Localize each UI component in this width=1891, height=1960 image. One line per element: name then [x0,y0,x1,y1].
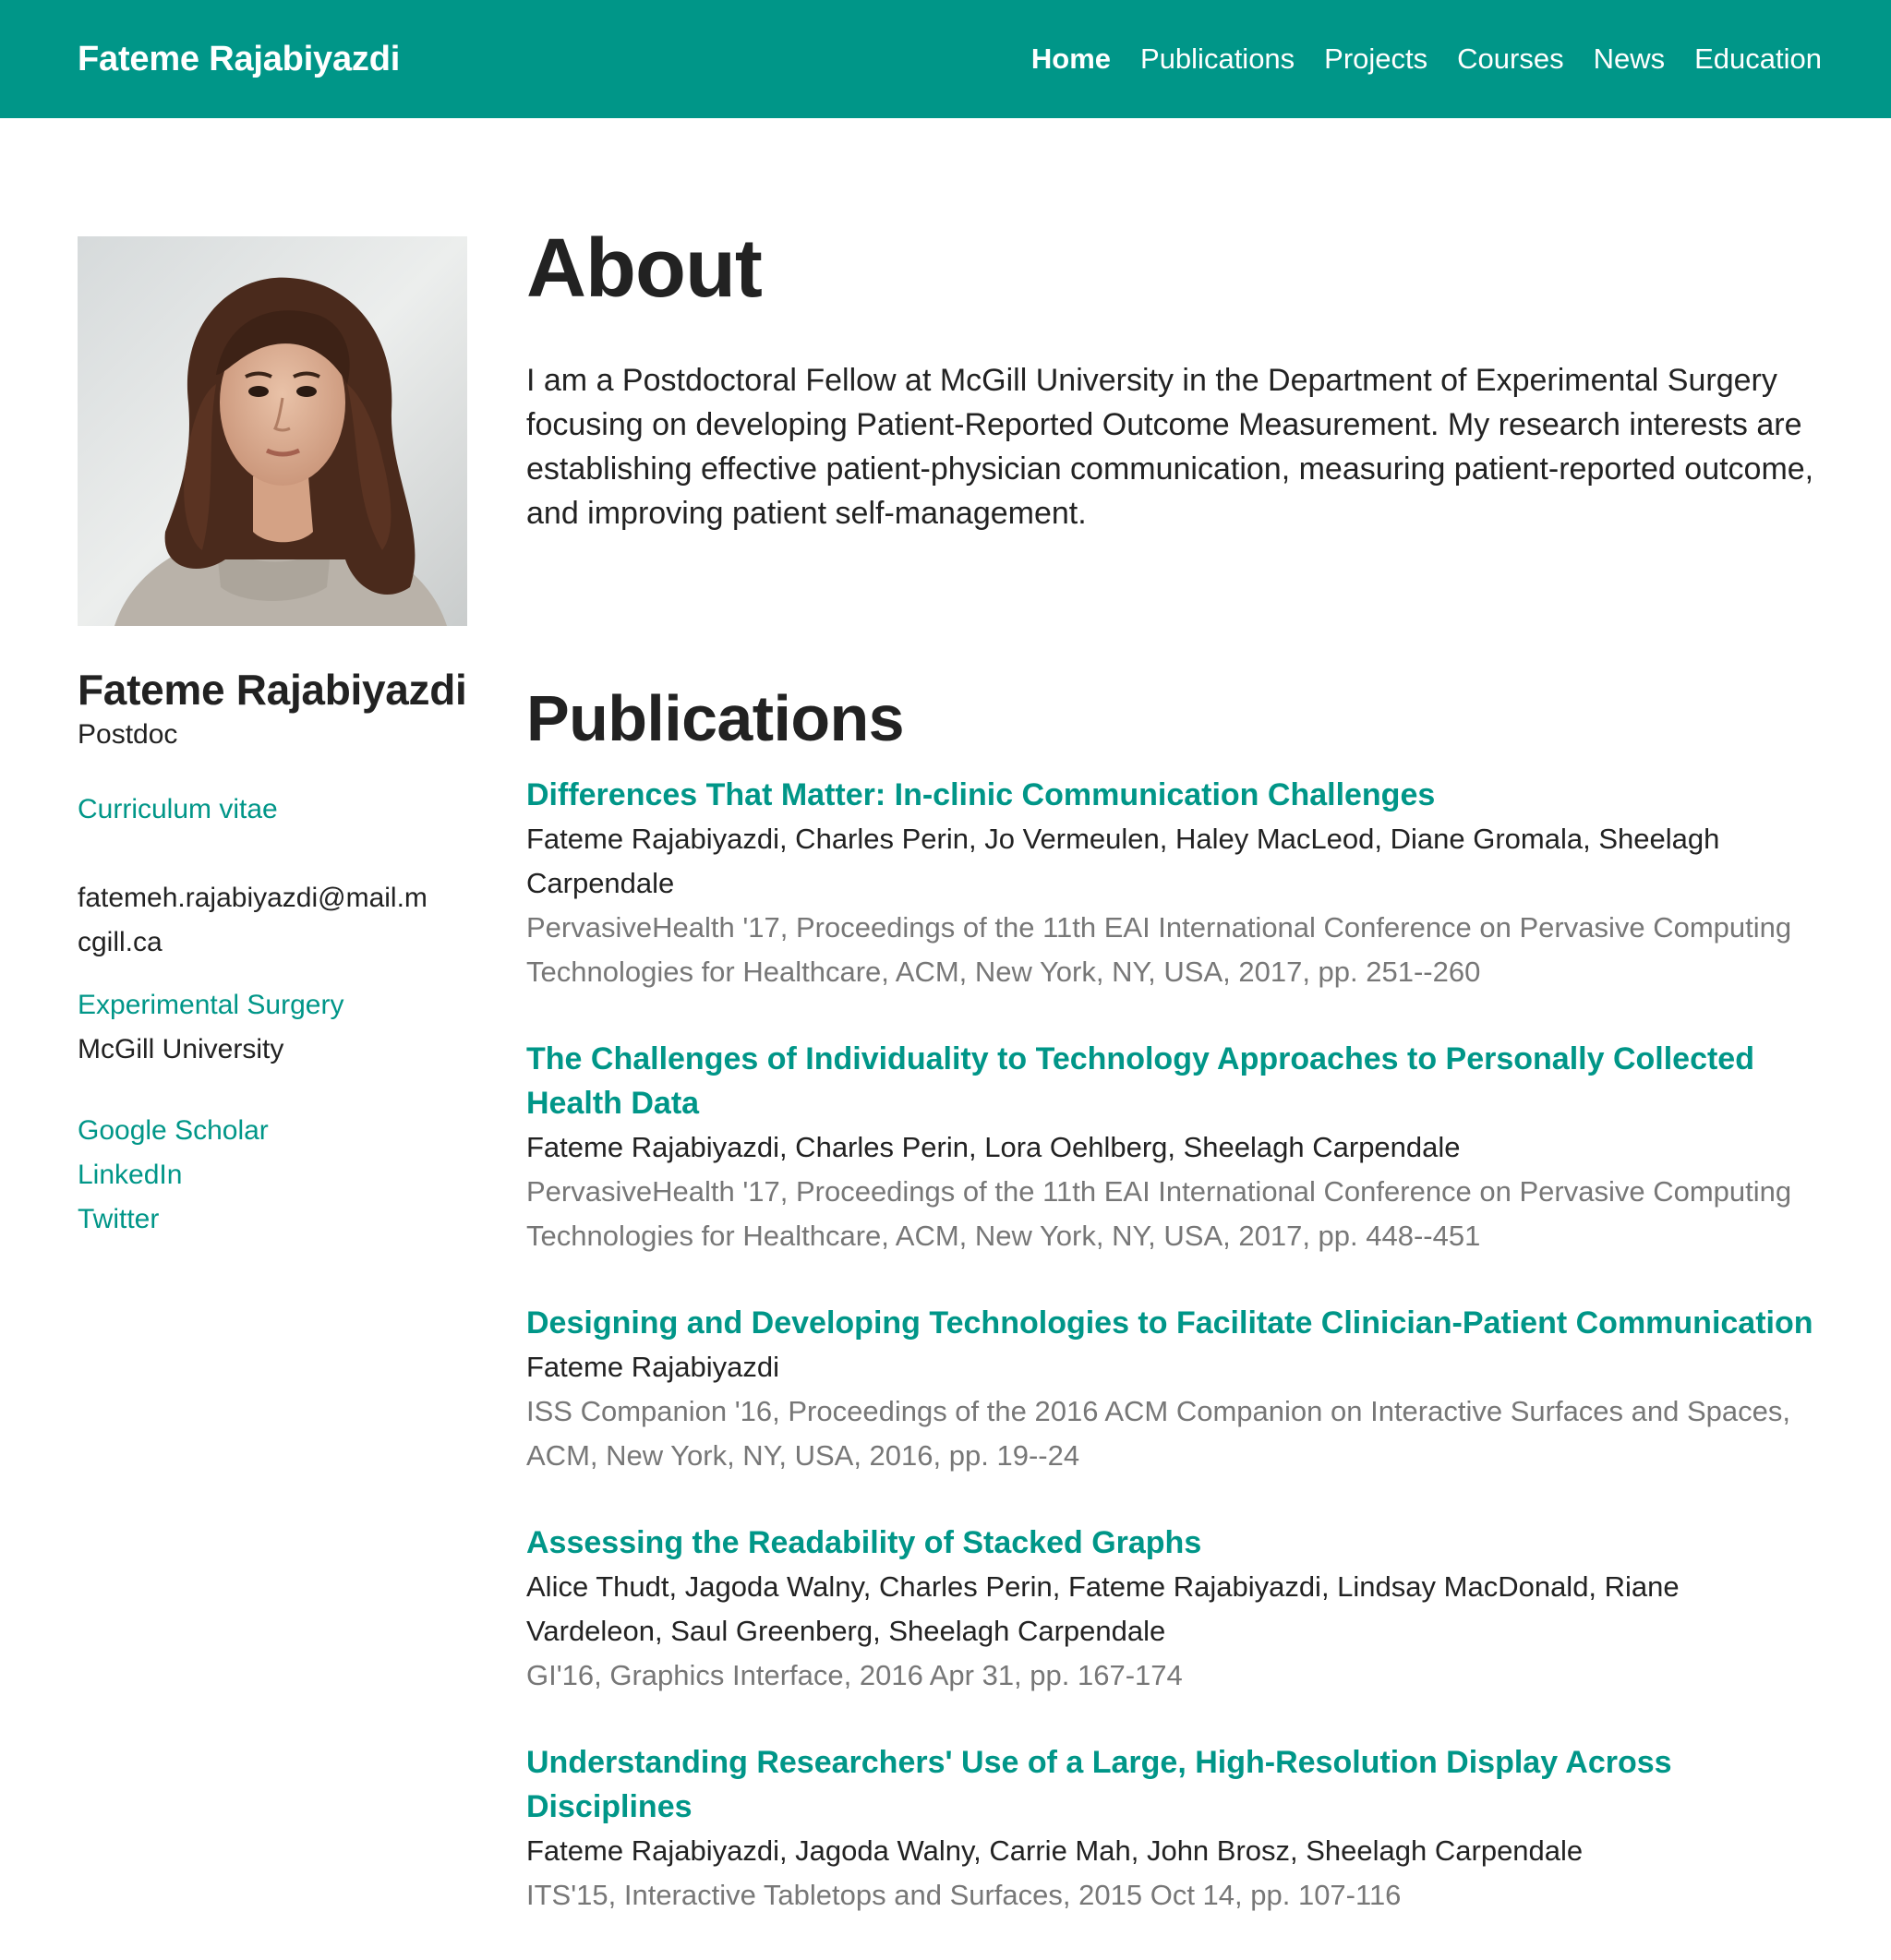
publication-title-link[interactable]: The Challenges of Individuality to Techn… [526,1037,1819,1125]
publication-venue: ISS Companion '16, Proceedings of the 20… [526,1394,1791,1472]
affiliation-section: Experimental Surgery McGill University [78,983,467,1072]
about-heading: About [526,222,763,315]
social-links: Google Scholar LinkedIn Twitter [78,1109,467,1242]
publication-item: Assessing the Readability of Stacked Gra… [526,1521,1819,1698]
publication-authors: Fateme Rajabiyazdi [526,1350,779,1383]
google-scholar-link[interactable]: Google Scholar [78,1109,467,1153]
cv-link[interactable]: Curriculum vitae [78,788,467,832]
publication-title-link[interactable]: Differences That Matter: In-clinic Commu… [526,773,1819,817]
publications-section: Publications Differences That Matter: In… [526,681,1819,1918]
university-name: McGill University [78,1033,284,1064]
nav-link-home[interactable]: Home [1031,42,1111,75]
nav-link-news[interactable]: News [1594,42,1666,75]
publication-authors: Fateme Rajabiyazdi, Jagoda Walny, Carrie… [526,1834,1584,1867]
nav-menu: Home Publications Projects Courses News … [1031,42,1822,76]
site-brand-link[interactable]: Fateme Rajabiyazdi [78,40,400,79]
publication-title-link[interactable]: Understanding Researchers' Use of a Larg… [526,1740,1819,1829]
nav-item-home: Home [1031,42,1111,76]
publication-item: Differences That Matter: In-clinic Commu… [526,773,1819,994]
cv-section: Curriculum vitae [78,788,467,832]
nav-link-publications[interactable]: Publications [1140,42,1295,75]
publication-venue: PervasiveHealth '17, Proceedings of the … [526,1174,1792,1252]
nav-item-publications: Publications [1140,42,1295,76]
publication-authors: Fateme Rajabiyazdi, Charles Perin, Lora … [526,1130,1461,1163]
about-text: I am a Postdoctoral Fellow at McGill Uni… [526,362,1814,531]
nav-item-courses: Courses [1457,42,1563,76]
publication-authors: Alice Thudt, Jagoda Walny, Charles Perin… [526,1569,1680,1647]
linkedin-link[interactable]: LinkedIn [78,1153,467,1197]
nav-link-courses[interactable]: Courses [1457,42,1563,75]
main-content: About I am a Postdoctoral Fellow at McGi… [526,222,1819,1960]
department-link[interactable]: Experimental Surgery [78,983,467,1028]
nav-item-projects: Projects [1324,42,1427,76]
publication-venue: PervasiveHealth '17, Proceedings of the … [526,910,1792,988]
nav-link-education[interactable]: Education [1694,42,1822,75]
profile-sidebar: Fateme Rajabiyazdi Postdoc Curriculum vi… [78,236,467,1242]
about-section: About I am a Postdoctoral Fellow at McGi… [526,222,1819,535]
nav-link-projects[interactable]: Projects [1324,42,1427,75]
publication-list: Differences That Matter: In-clinic Commu… [526,773,1819,1918]
publication-title-link[interactable]: Assessing the Readability of Stacked Gra… [526,1521,1819,1565]
profile-photo [78,236,467,626]
publication-venue: GI'16, Graphics Interface, 2016 Apr 31, … [526,1658,1183,1691]
publication-title-link[interactable]: Designing and Developing Technologies to… [526,1301,1819,1345]
publications-heading: Publications [526,681,905,754]
twitter-link[interactable]: Twitter [78,1197,467,1242]
email-address: fatemeh.rajabiyazdi@mail.mcgill.ca [78,882,428,957]
top-navbar: Fateme Rajabiyazdi Home Publications Pro… [0,0,1891,118]
publication-authors: Fateme Rajabiyazdi, Charles Perin, Jo Ve… [526,822,1720,899]
nav-item-news: News [1594,42,1666,76]
publication-item: Designing and Developing Technologies to… [526,1301,1819,1478]
profile-role: Postdoc [78,718,178,750]
nav-item-education: Education [1694,42,1822,76]
publication-venue: ITS'15, Interactive Tabletops and Surfac… [526,1878,1402,1911]
profile-name: Fateme Rajabiyazdi [78,666,467,714]
publication-item: The Challenges of Individuality to Techn… [526,1037,1819,1258]
